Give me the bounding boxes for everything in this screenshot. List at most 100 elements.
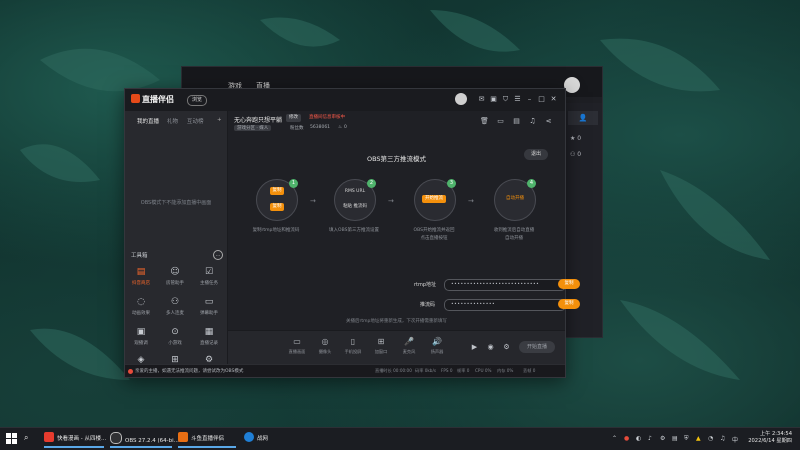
- app-logo: 直播伴侣: [131, 94, 174, 105]
- tool-manager[interactable]: ☺ 房管助手: [159, 267, 191, 295]
- obs-star-count: ★ 0: [570, 135, 582, 142]
- tools-collapse-icon[interactable]: …: [213, 250, 223, 260]
- logo-icon: [131, 94, 140, 103]
- step-3-number: 3: [447, 179, 456, 188]
- tool-effect[interactable]: ◌ 动画效果: [125, 297, 157, 325]
- record-icon: ▦: [204, 327, 214, 337]
- view-icon: ▣: [136, 327, 146, 337]
- share-icon[interactable]: ⋖: [544, 117, 553, 126]
- edit-room-button[interactable]: 修改: [286, 114, 301, 122]
- microphone-button[interactable]: 🎤 麦克风: [396, 337, 422, 355]
- left-empty-text: OBS模式下不能添加直播中画面: [140, 200, 212, 206]
- record-video-icon[interactable]: ▶: [470, 343, 479, 352]
- tray-volume-icon[interactable]: ♫: [720, 435, 725, 442]
- taskbar-item-battlenet[interactable]: 战网: [244, 432, 284, 446]
- live-screen-button[interactable]: ▭ 直播画面: [284, 337, 310, 355]
- step-2-text-a: RMS URL: [344, 189, 366, 194]
- tool-record[interactable]: ▦ 直播记录: [193, 327, 225, 355]
- tray-record-icon[interactable]: ◐: [636, 435, 641, 442]
- tools-title: 工具箱: [131, 253, 148, 259]
- gear-icon[interactable]: ⚙: [502, 343, 511, 352]
- tool-shop[interactable]: ▤ 抖音商店: [125, 267, 157, 295]
- title-bar: 直播伴侣 浏览 ✉ ▣ ⛉ ☰ – □ ✕: [125, 89, 565, 111]
- add-tab-icon[interactable]: +: [217, 117, 222, 123]
- taskbar: ⌕ 快看漫画 - 从四楼... OBS 27.2.4 (64-bi... 斗鱼直…: [0, 427, 800, 450]
- taskbar-item-companion[interactable]: 斗鱼直播伴侣: [178, 432, 236, 448]
- windows-start-icon[interactable]: [6, 433, 17, 444]
- user-avatar[interactable]: [455, 93, 467, 105]
- step-3-start: 开始推流: [422, 195, 446, 203]
- manga-app-icon: [44, 432, 54, 442]
- message-icon[interactable]: ✉: [477, 95, 486, 104]
- tray-speaker-icon[interactable]: ♪: [648, 435, 652, 442]
- step-1-number: 1: [289, 179, 298, 188]
- tab-my-live[interactable]: 我的直播: [137, 117, 159, 125]
- task-icon: ☑: [204, 267, 214, 277]
- rtmp-field[interactable]: ••••••••••••••••••••••••••••: [444, 279, 566, 291]
- eye-icon[interactable]: ◉: [486, 343, 495, 352]
- tray-app-icon[interactable]: ●: [624, 435, 629, 442]
- obs-fans-count: ⚇ 0: [570, 151, 582, 158]
- tab-rank[interactable]: 互动榜: [187, 117, 204, 125]
- tray-ime-icon[interactable]: 中: [732, 435, 738, 444]
- hint-text: 关播后rtmp地址将重新生成，下次开播需重新填写: [346, 319, 447, 324]
- step-4-caption: 收到推流后自动直播 自动开播: [493, 228, 535, 241]
- tab-gifts[interactable]: 礼物: [167, 117, 178, 125]
- minimize-icon[interactable]: –: [525, 95, 534, 104]
- phone-cast-button[interactable]: ▯ 手机投屏: [340, 337, 366, 355]
- likes-icon: ♨: [338, 125, 343, 130]
- menu-icon[interactable]: ☰: [513, 95, 522, 104]
- shirt-icon[interactable]: ⛉: [501, 95, 510, 104]
- main-panel: 无心奔跑只想平躺 修改 直播间信息审核中 游戏分区 · 媒人 粉丝数 56380…: [228, 111, 580, 365]
- app-title: 直播伴侣: [142, 95, 174, 104]
- tool-danmaku[interactable]: ▭ 弹幕助手: [193, 297, 225, 325]
- camera-button[interactable]: ◎ 摄像头: [312, 337, 338, 355]
- tool-task[interactable]: ☑ 主播任务: [193, 267, 225, 295]
- copy-stream-key-button[interactable]: 复制: [558, 299, 580, 309]
- maximize-icon[interactable]: □: [537, 95, 546, 104]
- tray-warning-icon[interactable]: ▲: [696, 435, 701, 442]
- tool-view[interactable]: ▣ 观播调: [125, 327, 157, 355]
- step-1-caption: 复制rtmp地址和推流码: [252, 228, 300, 233]
- live-companion-window: 直播伴侣 浏览 ✉ ▣ ⛉ ☰ – □ ✕ 我的直播 礼物 互动榜 + OBS模…: [124, 88, 580, 378]
- trash-icon[interactable]: 🗑: [480, 117, 489, 126]
- add-window-button[interactable]: ⊞ 加窗口: [368, 337, 394, 355]
- gift-icon[interactable]: ▣: [489, 95, 498, 104]
- taskbar-item-manga[interactable]: 快看漫画 - 从四楼...: [44, 432, 106, 448]
- alert-icon: [128, 369, 133, 374]
- system-clock[interactable]: 上午 2:34:54 2022/6/14 星期四: [748, 431, 792, 445]
- search-icon[interactable]: ⌕: [24, 433, 28, 443]
- status-notice[interactable]: 亲爱的主播，如遇无法推流问题，请尝试改为OBS模式: [135, 368, 243, 374]
- tray-expand-icon[interactable]: ⌃: [612, 435, 617, 442]
- version-badge[interactable]: 浏览: [187, 95, 208, 106]
- camera-icon: ◎: [321, 337, 329, 346]
- taskbar-item-obs[interactable]: OBS 27.2.4 (64-bi...: [110, 432, 179, 448]
- status-bar: 亲爱的主播，如遇无法推流问题，请尝试改为OBS模式 直播时长 00:00:00 …: [125, 364, 565, 377]
- plus-window-icon: ⊞: [377, 337, 385, 346]
- screen-icon[interactable]: ▭: [496, 117, 505, 126]
- tray-wifi-icon[interactable]: ◔: [708, 435, 713, 442]
- start-live-button[interactable]: 开始直播: [519, 341, 555, 353]
- obs-user-icon[interactable]: 👤: [568, 111, 598, 125]
- step-2-number: 2: [367, 179, 376, 188]
- danmaku-icon: ▭: [204, 297, 214, 307]
- close-icon[interactable]: ✕: [549, 95, 558, 104]
- tray-network-icon[interactable]: ▤: [672, 435, 678, 442]
- obs-avatar[interactable]: [564, 77, 580, 93]
- room-category[interactable]: 游戏分区 · 媒人: [234, 125, 272, 131]
- doc-icon[interactable]: ▤: [512, 117, 521, 126]
- stream-key-field[interactable]: ••••••••••••••: [444, 299, 566, 311]
- speaker-button[interactable]: 🔊 扬声器: [424, 337, 450, 355]
- bell-icon[interactable]: ♫: [528, 117, 537, 126]
- companion-app-icon: [178, 432, 188, 442]
- tray-shield-icon[interactable]: ⛨: [684, 435, 689, 443]
- tool-link[interactable]: ⚇ 多人连麦: [159, 297, 191, 325]
- shop-icon: ▤: [136, 267, 146, 277]
- exit-button[interactable]: 退出: [524, 149, 548, 160]
- status-dropped: 丢帧 0: [523, 368, 536, 373]
- tool-game[interactable]: ⊙ 小游戏: [159, 327, 191, 355]
- phone-icon: ▯: [350, 337, 356, 346]
- copy-rtmp-button[interactable]: 复制: [558, 279, 580, 289]
- step-4-text: 自动开播: [506, 196, 524, 201]
- tray-steam-icon[interactable]: ⚙: [660, 435, 665, 442]
